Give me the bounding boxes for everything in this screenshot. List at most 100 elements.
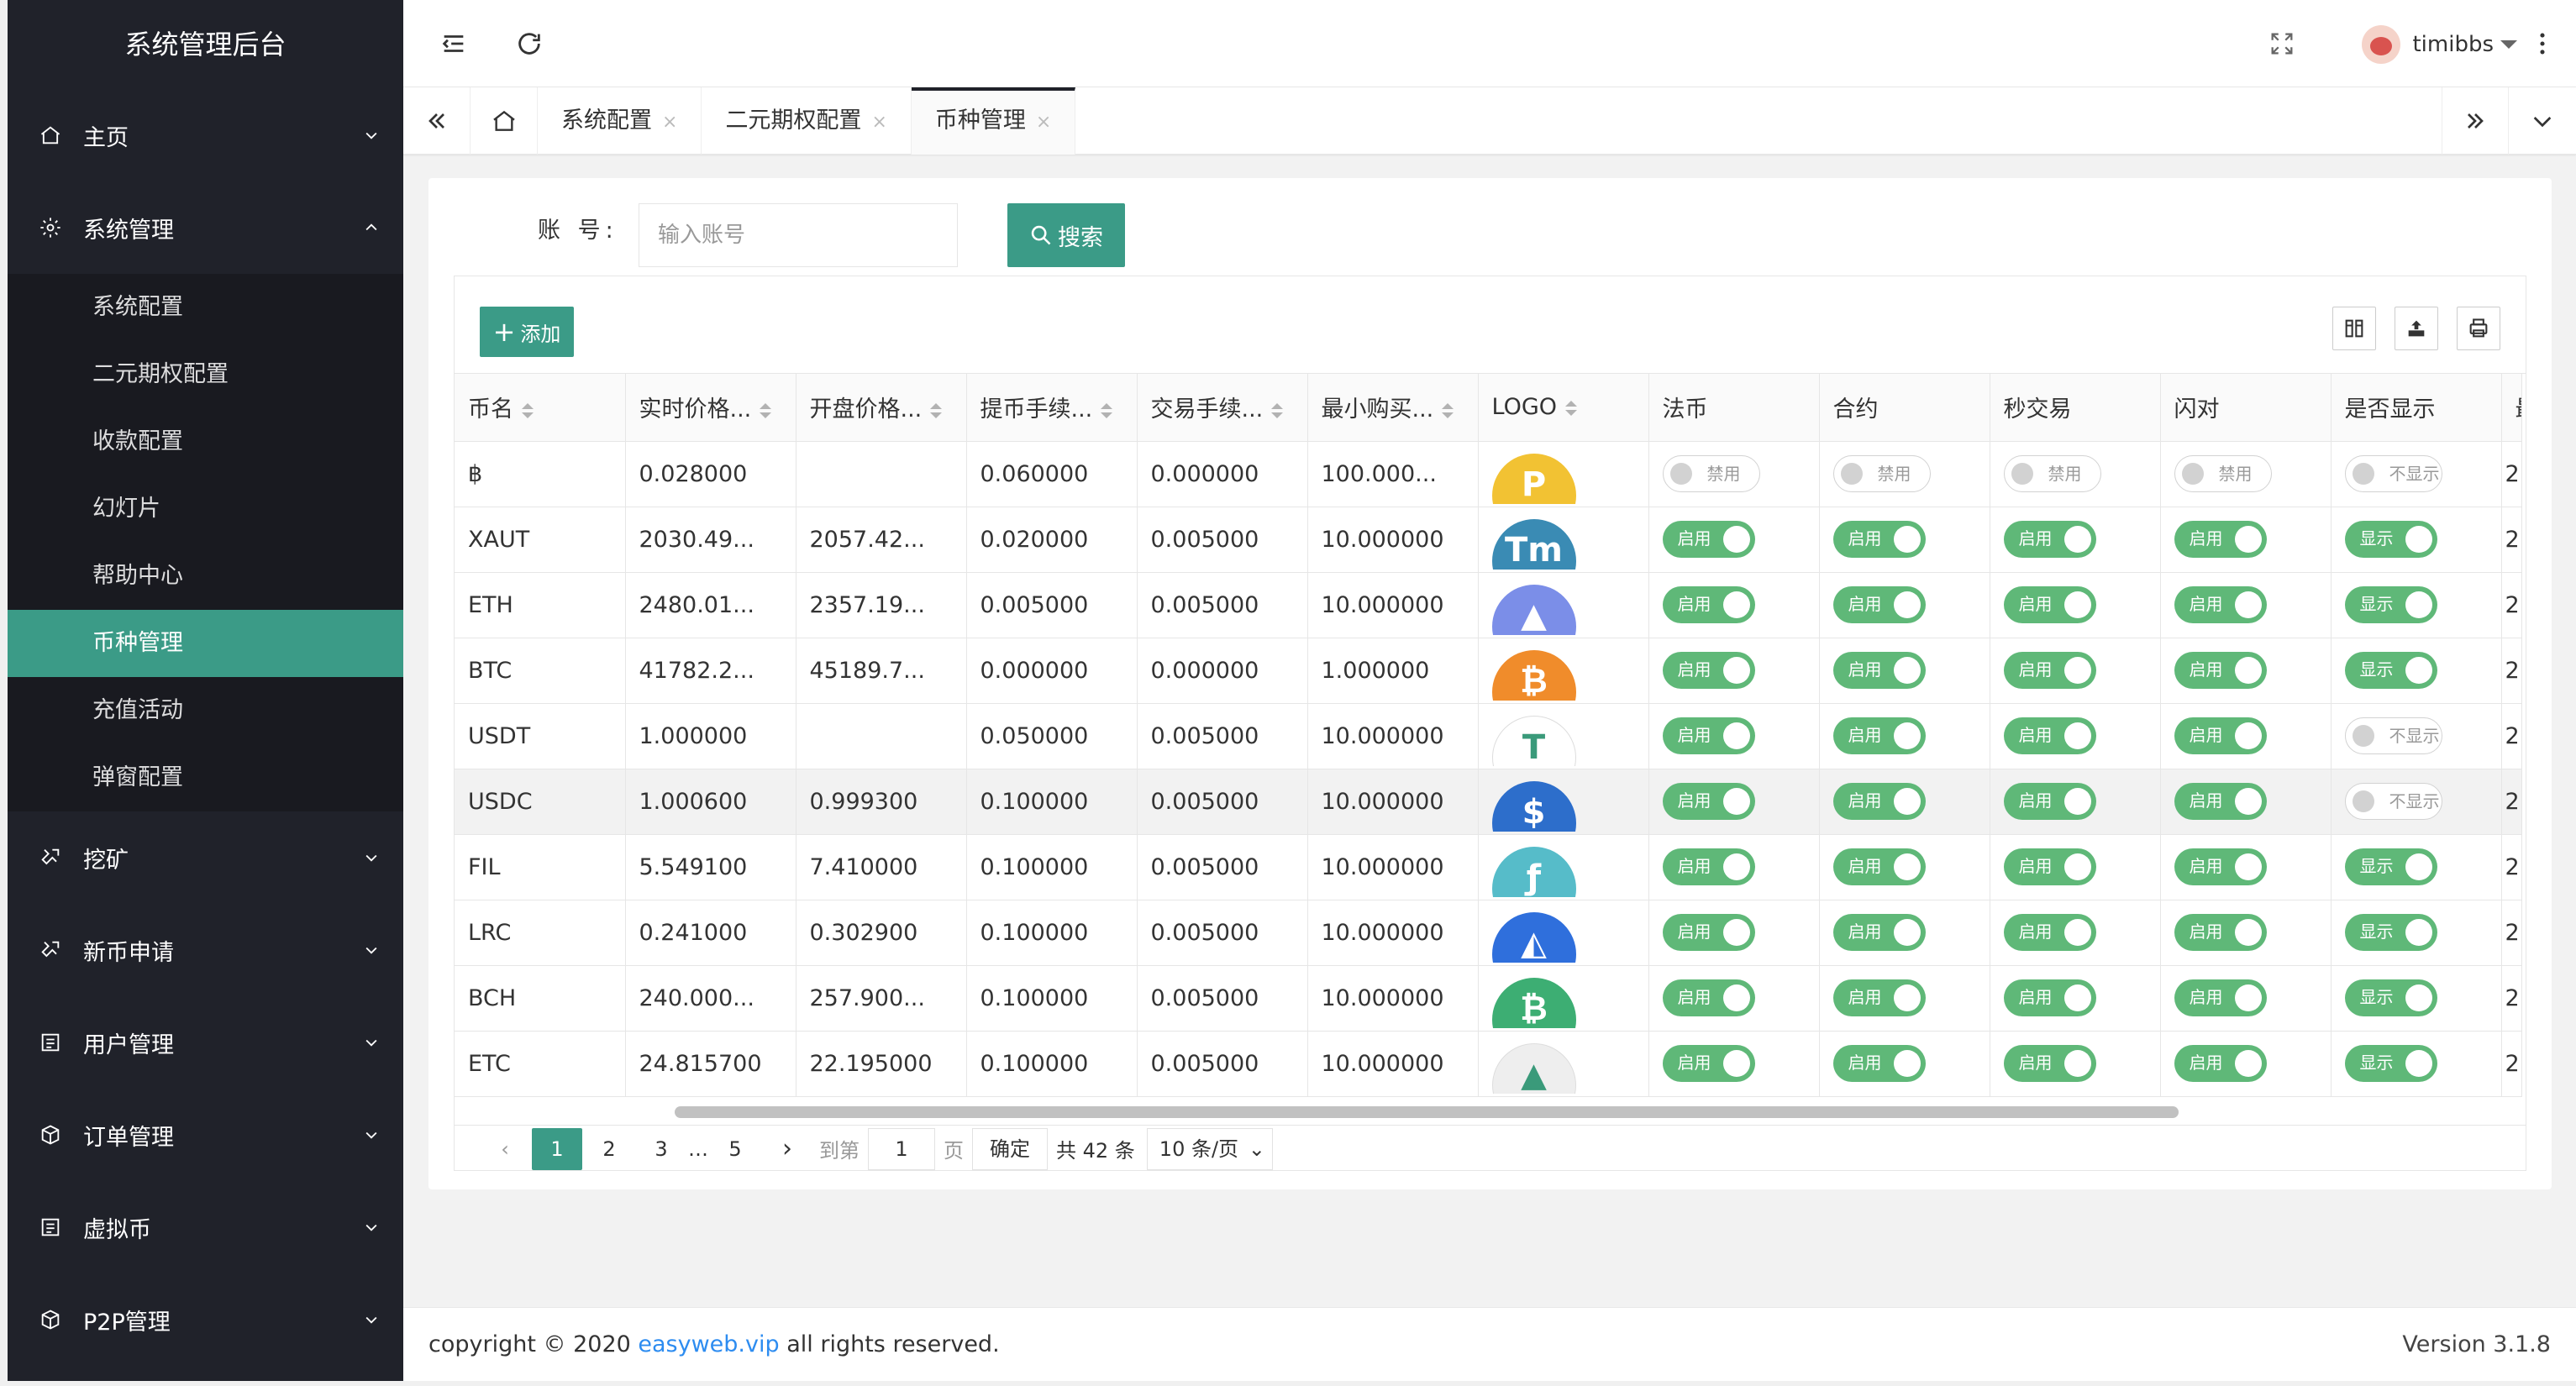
contract-toggle[interactable]: 启用 <box>1832 521 1926 558</box>
tab-2[interactable]: 币种管理 × <box>911 87 1076 155</box>
fiat-toggle[interactable]: 启用 <box>1662 914 1755 951</box>
fiat-toggle[interactable]: 禁用 <box>1662 455 1760 492</box>
fiat-toggle[interactable]: 启用 <box>1662 848 1755 885</box>
show-toggle[interactable]: 显示 <box>2344 586 2437 623</box>
second-toggle[interactable]: 启用 <box>2003 914 2096 951</box>
submenu-item[interactable]: 幻灯片 <box>8 475 403 543</box>
flash-toggle[interactable]: 启用 <box>2174 521 2267 558</box>
contract-toggle[interactable]: 启用 <box>1832 586 1926 623</box>
next-page-icon[interactable]: › <box>762 1128 812 1170</box>
sort-icon[interactable] <box>1271 402 1284 418</box>
fiat-toggle[interactable]: 启用 <box>1662 717 1755 754</box>
contract-toggle[interactable]: 启用 <box>1832 848 1926 885</box>
horizontal-scrollbar[interactable] <box>675 1106 2179 1118</box>
submenu-item[interactable]: 系统配置 <box>8 274 403 341</box>
contract-toggle[interactable]: 启用 <box>1832 783 1926 820</box>
columns-filter-icon[interactable] <box>2332 307 2376 350</box>
second-toggle[interactable]: 启用 <box>2003 783 2096 820</box>
goto-page-input[interactable]: 1 <box>868 1127 935 1170</box>
sort-icon[interactable] <box>930 402 943 418</box>
print-icon[interactable] <box>2457 307 2500 350</box>
second-toggle[interactable]: 启用 <box>2003 652 2096 689</box>
export-icon[interactable] <box>2395 307 2438 350</box>
show-toggle[interactable]: 显示 <box>2344 914 2437 951</box>
contract-toggle[interactable]: 禁用 <box>1832 455 1931 492</box>
show-toggle[interactable]: 不显示 <box>2344 455 2442 492</box>
sidebar-item-3[interactable]: 新币申请 <box>8 904 403 996</box>
tabs-dropdown-icon[interactable] <box>2509 87 2576 155</box>
page-size-select[interactable]: 10 条/页 ⌄ <box>1146 1127 1273 1170</box>
flash-toggle[interactable]: 启用 <box>2174 586 2267 623</box>
submenu-item[interactable]: 收款配置 <box>8 408 403 475</box>
submenu-item[interactable]: 币种管理 <box>8 610 403 677</box>
show-toggle[interactable]: 不显示 <box>2344 717 2442 754</box>
page-number[interactable]: 3 <box>636 1128 686 1170</box>
footer-link[interactable]: easyweb.vip <box>638 1331 779 1357</box>
fiat-toggle[interactable]: 启用 <box>1662 979 1755 1016</box>
submenu-item[interactable]: 弹窗配置 <box>8 744 403 811</box>
prev-page-icon[interactable]: ‹ <box>480 1128 530 1170</box>
sidebar-item-1[interactable]: 系统管理 <box>8 181 403 274</box>
flash-toggle[interactable]: 禁用 <box>2174 455 2272 492</box>
flash-toggle[interactable]: 启用 <box>2174 652 2267 689</box>
column-header[interactable]: LOGO <box>1478 374 1649 442</box>
fiat-toggle[interactable]: 启用 <box>1662 652 1755 689</box>
collapse-menu-icon[interactable] <box>437 27 471 60</box>
add-button[interactable]: + 添加 <box>480 307 574 357</box>
contract-toggle[interactable]: 启用 <box>1832 652 1926 689</box>
flash-toggle[interactable]: 启用 <box>2174 783 2267 820</box>
second-toggle[interactable]: 启用 <box>2003 848 2096 885</box>
contract-toggle[interactable]: 启用 <box>1832 979 1926 1016</box>
show-toggle[interactable]: 显示 <box>2344 979 2437 1016</box>
column-header[interactable]: 币名 <box>455 374 626 442</box>
second-toggle[interactable]: 启用 <box>2003 521 2096 558</box>
column-header[interactable]: 提币手续... <box>966 374 1138 442</box>
flash-toggle[interactable]: 启用 <box>2174 979 2267 1016</box>
tabs-scroll-left-icon[interactable] <box>403 87 471 155</box>
sidebar-item-0[interactable]: 主页 <box>8 89 403 181</box>
confirm-page-button[interactable]: 确定 <box>972 1127 1048 1170</box>
second-toggle[interactable]: 启用 <box>2003 717 2096 754</box>
column-header[interactable]: 最小购买... <box>1307 374 1479 442</box>
sort-icon[interactable] <box>522 402 534 418</box>
sidebar-item-6[interactable]: 虚拟币 <box>8 1181 403 1273</box>
submenu-item[interactable]: 帮助中心 <box>8 543 403 610</box>
user-menu[interactable]: timibbs <box>2362 24 2517 66</box>
fiat-toggle[interactable]: 启用 <box>1662 586 1755 623</box>
flash-toggle[interactable]: 启用 <box>2174 717 2267 754</box>
sidebar-item-2[interactable]: 挖矿 <box>8 811 403 904</box>
fiat-toggle[interactable]: 启用 <box>1662 1045 1755 1082</box>
tab-1[interactable]: 二元期权配置 × <box>702 87 912 155</box>
submenu-item[interactable]: 二元期权配置 <box>8 341 403 408</box>
close-icon[interactable]: × <box>662 112 677 133</box>
more-vertical-icon[interactable] <box>2526 27 2559 60</box>
show-toggle[interactable]: 显示 <box>2344 521 2437 558</box>
contract-toggle[interactable]: 启用 <box>1832 717 1926 754</box>
second-toggle[interactable]: 启用 <box>2003 586 2096 623</box>
column-header[interactable]: 交易手续... <box>1137 374 1308 442</box>
second-toggle[interactable]: 启用 <box>2003 979 2096 1016</box>
sidebar-item-7[interactable]: P2P管理 <box>8 1273 403 1366</box>
sidebar-item-5[interactable]: 订单管理 <box>8 1089 403 1181</box>
close-icon[interactable]: × <box>871 112 886 133</box>
home-tab-icon[interactable] <box>471 87 538 155</box>
fiat-toggle[interactable]: 启用 <box>1662 783 1755 820</box>
flash-toggle[interactable]: 启用 <box>2174 1045 2267 1082</box>
refresh-icon[interactable] <box>513 27 546 60</box>
page-number[interactable]: 1 <box>532 1127 582 1170</box>
close-icon[interactable]: × <box>1036 112 1051 133</box>
account-input[interactable]: 输入账号 <box>639 203 958 267</box>
contract-toggle[interactable]: 启用 <box>1832 1045 1926 1082</box>
tab-0[interactable]: 系统配置 × <box>538 87 702 155</box>
flash-toggle[interactable]: 启用 <box>2174 914 2267 951</box>
show-toggle[interactable]: 显示 <box>2344 652 2437 689</box>
show-toggle[interactable]: 不显示 <box>2344 783 2442 820</box>
column-header[interactable]: 实时价格... <box>625 374 796 442</box>
show-toggle[interactable]: 显示 <box>2344 1045 2437 1082</box>
show-toggle[interactable]: 显示 <box>2344 848 2437 885</box>
search-button[interactable]: 搜索 <box>1007 203 1125 267</box>
flash-toggle[interactable]: 启用 <box>2174 848 2267 885</box>
submenu-item[interactable]: 充值活动 <box>8 677 403 744</box>
contract-toggle[interactable]: 启用 <box>1832 914 1926 951</box>
second-toggle[interactable]: 启用 <box>2003 1045 2096 1082</box>
